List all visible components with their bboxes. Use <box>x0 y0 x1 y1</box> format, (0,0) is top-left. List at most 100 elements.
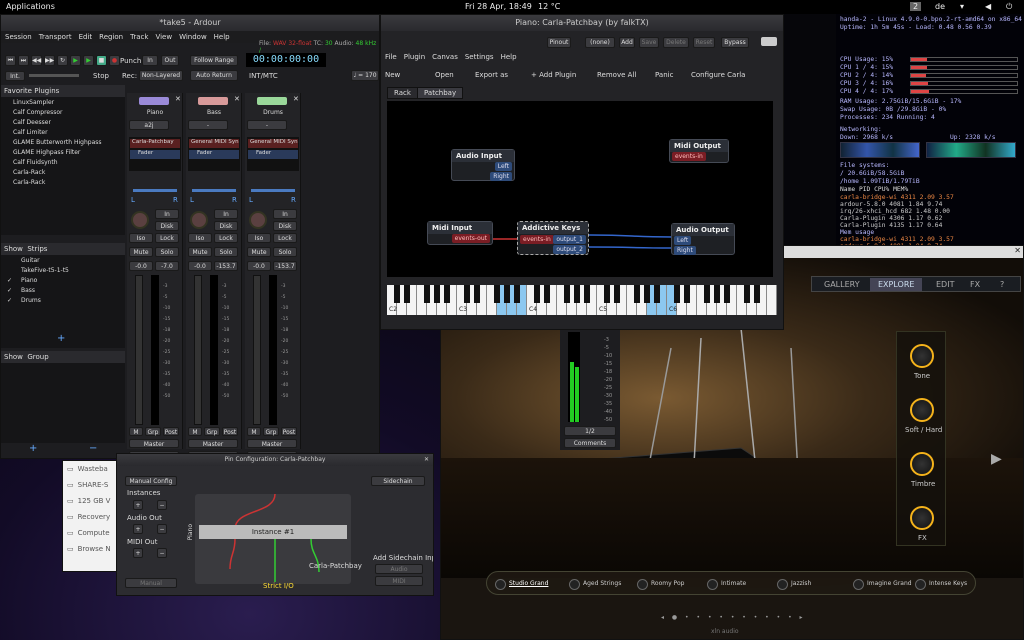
black-key[interactable] <box>494 285 500 303</box>
place-item[interactable]: ▭ Recovery <box>63 509 121 525</box>
sidechain-audio-button[interactable]: Audio <box>375 564 423 574</box>
strip-visible-check[interactable]: ✓ <box>7 277 13 284</box>
strip-name[interactable]: Bass <box>188 109 240 116</box>
carla-menu-help[interactable]: Help <box>501 51 517 63</box>
monitor-input-button[interactable]: In <box>273 209 297 219</box>
carla-menu-settings[interactable]: Settings <box>465 51 494 63</box>
meter-point-button[interactable]: M <box>247 427 261 436</box>
menu-track[interactable]: Track <box>130 31 148 43</box>
preset-roomy-pop[interactable]: Roomy Pop <box>637 577 684 591</box>
strip-visible-check[interactable] <box>7 257 13 264</box>
favorite-plugin[interactable]: Calf Fluidsynth <box>1 157 125 167</box>
addictive-output-1[interactable]: output_1 <box>553 235 586 244</box>
master-page[interactable]: 1/2 <box>564 426 616 436</box>
strip-visible-check[interactable] <box>7 267 13 274</box>
peak-display[interactable]: -153.7 <box>273 261 297 271</box>
midi-out-add[interactable]: + <box>133 548 143 558</box>
black-key[interactable] <box>684 285 690 303</box>
black-key[interactable] <box>604 285 610 303</box>
black-key[interactable] <box>534 285 540 303</box>
carla-menu-file[interactable]: File <box>385 51 397 63</box>
goto-start-icon[interactable]: ⏮ <box>5 55 16 66</box>
preset-jazzish[interactable]: Jazzish <box>777 577 811 591</box>
strip-list-item[interactable]: ✓ Drums <box>1 295 125 305</box>
preset-aged-strings[interactable]: Aged Strings <box>569 577 621 591</box>
close-icon[interactable]: ✕ <box>234 95 240 103</box>
midi-out-remove[interactable]: − <box>157 548 167 558</box>
panner[interactable] <box>251 189 295 192</box>
sidechain-midi-button[interactable]: MIDI <box>375 576 423 586</box>
carla-tool-2[interactable]: Export as <box>475 71 508 79</box>
iso-button[interactable]: Iso <box>129 233 153 243</box>
network-icon[interactable]: ▾ <box>960 2 964 11</box>
node-midi-input[interactable]: Midi Input events-out <box>427 221 493 245</box>
favorite-plugin[interactable]: Calf Compressor <box>1 107 125 117</box>
lock-button[interactable]: Lock <box>155 233 179 243</box>
preset-delete-button[interactable]: Delete <box>663 37 689 48</box>
rec-arm-button[interactable] <box>190 211 208 229</box>
output-button[interactable]: Master <box>188 439 238 448</box>
black-key[interactable] <box>654 285 660 303</box>
black-key[interactable] <box>434 285 440 303</box>
output-button[interactable]: Master <box>129 439 179 448</box>
menu-window[interactable]: Window <box>179 31 207 43</box>
meter-point-button[interactable]: M <box>129 427 143 436</box>
favorite-plugin[interactable]: Carla-Rack <box>1 167 125 177</box>
monitor-disk-button[interactable]: Disk <box>155 221 179 231</box>
nav-explore[interactable]: EXPLORE <box>870 278 923 291</box>
tone-knob[interactable] <box>910 344 934 368</box>
mute-button[interactable]: Mute <box>188 247 212 257</box>
gain-fader[interactable] <box>135 275 143 425</box>
monitor-disk-button[interactable]: Disk <box>214 221 238 231</box>
audio-output-right[interactable]: Right <box>674 246 696 255</box>
node-audio-input[interactable]: Audio Input Left Right <box>451 149 515 181</box>
auto-return-button[interactable]: Auto Return <box>190 70 238 81</box>
forward-icon[interactable]: ▶▶ <box>44 55 55 66</box>
group-button[interactable]: Grp <box>263 427 279 436</box>
strip-color[interactable] <box>257 97 287 105</box>
place-item[interactable]: ▭ SHARE-S <box>63 477 121 493</box>
place-item[interactable]: ▭ Browse N <box>63 541 121 557</box>
black-key[interactable] <box>474 285 480 303</box>
black-key[interactable] <box>464 285 470 303</box>
gain-fader[interactable] <box>194 275 202 425</box>
white-key[interactable] <box>767 285 777 315</box>
preset-studio-grand[interactable]: Studio Grand <box>495 577 548 591</box>
carla-tool-4[interactable]: Remove All <box>597 71 636 79</box>
addictive-output-2[interactable]: output_2 <box>553 245 586 254</box>
nav-edit[interactable]: EDIT <box>936 280 954 289</box>
add-group-button[interactable]: + <box>29 443 37 454</box>
menu-view[interactable]: View <box>155 31 172 43</box>
addictive-events-in[interactable]: events-in <box>520 235 554 244</box>
plugin-insert[interactable]: General MIDI Syn <box>248 139 298 148</box>
group-button[interactable]: Grp <box>204 427 220 436</box>
bypass-button[interactable]: Bypass <box>721 37 749 48</box>
solo-button[interactable]: Solo <box>214 247 238 257</box>
meter-point-button[interactable]: M <box>188 427 202 436</box>
play-range-icon[interactable]: ▶ <box>83 55 94 66</box>
solo-button[interactable]: Solo <box>273 247 297 257</box>
power-icon[interactable]: ⏻ <box>1006 2 1012 12</box>
node-midi-output[interactable]: Midi Output events-in <box>669 139 729 163</box>
close-icon[interactable]: ✕ <box>1014 246 1021 255</box>
language-indicator[interactable]: de <box>935 2 945 11</box>
carla-tool-1[interactable]: Open <box>435 71 454 79</box>
input-button[interactable]: - <box>188 120 228 130</box>
panner[interactable] <box>192 189 236 192</box>
favorite-plugin[interactable]: LinuxSampler <box>1 97 125 107</box>
node-audio-output[interactable]: Audio Output Left Right <box>671 223 735 255</box>
preset-save-button[interactable]: Save <box>639 37 659 48</box>
iso-button[interactable]: Iso <box>188 233 212 243</box>
audio-input-right[interactable]: Right <box>490 172 512 181</box>
black-key[interactable] <box>394 285 400 303</box>
audio-input-left[interactable]: Left <box>494 162 512 171</box>
input-button[interactable]: a2j <box>129 120 169 130</box>
preset-select[interactable]: (none) <box>585 37 615 48</box>
black-key[interactable] <box>724 285 730 303</box>
play-icon[interactable]: ▶ <box>70 55 81 66</box>
black-key[interactable] <box>754 285 760 303</box>
monitor-input-button[interactable]: In <box>214 209 238 219</box>
shuttle-slider[interactable] <box>29 74 79 77</box>
gain-display[interactable]: -0.0 <box>188 261 212 271</box>
place-item[interactable]: ▭ Wasteba <box>63 461 121 477</box>
